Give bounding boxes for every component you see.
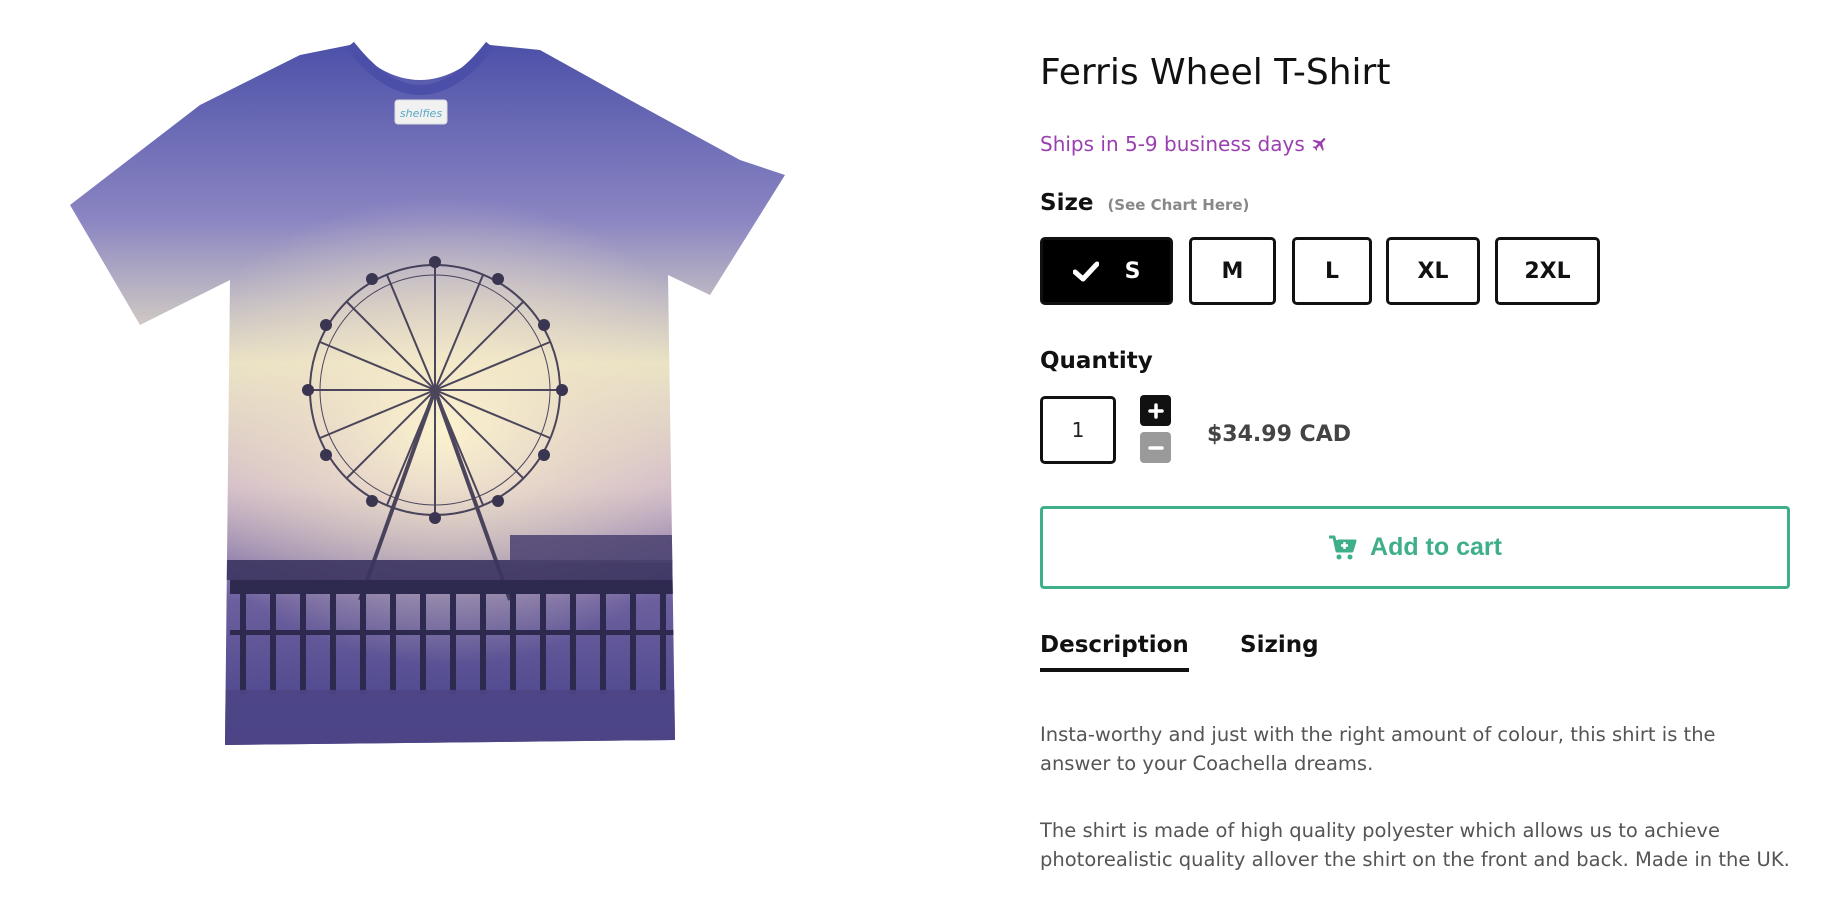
quantity-increase-button[interactable]: [1140, 395, 1171, 426]
size-option-label: S: [1124, 258, 1141, 284]
minus-icon: [1147, 445, 1164, 450]
price: $34.99 CAD: [1207, 422, 1351, 447]
product-title: Ferris Wheel T-Shirt: [1040, 52, 1391, 93]
product-image: shelfies: [70, 40, 800, 760]
check-icon: [1072, 261, 1099, 282]
cart-plus-icon: [1329, 535, 1357, 559]
size-option-l[interactable]: L: [1292, 237, 1372, 305]
size-option-s[interactable]: S: [1040, 237, 1173, 305]
size-option-label: 2XL: [1524, 258, 1571, 284]
size-chart-link[interactable]: (See Chart Here): [1107, 196, 1249, 214]
tab-description[interactable]: Description: [1040, 632, 1189, 672]
add-to-cart-label: Add to cart: [1370, 533, 1502, 561]
size-option-label: XL: [1417, 258, 1449, 284]
plus-icon: [1147, 402, 1164, 419]
description-paragraph-1: Insta-worthy and just with the right amo…: [1040, 723, 1716, 775]
size-option-m[interactable]: M: [1189, 237, 1276, 305]
size-option-2xl[interactable]: 2XL: [1495, 237, 1600, 305]
size-option-label: M: [1221, 258, 1244, 284]
quantity-decrease-button[interactable]: [1140, 432, 1171, 463]
svg-text:shelfies: shelfies: [400, 107, 442, 120]
size-option-xl[interactable]: XL: [1386, 237, 1480, 305]
quantity-label: Quantity: [1040, 348, 1153, 374]
add-to-cart-button[interactable]: Add to cart: [1040, 506, 1790, 589]
shipping-text: Ships in 5-9 business days: [1040, 132, 1305, 156]
airplane-icon: [1312, 138, 1326, 151]
quantity-input[interactable]: [1040, 396, 1116, 464]
shipping-info: Ships in 5-9 business days: [1040, 132, 1329, 156]
product-tabs: Description Sizing: [1040, 632, 1790, 677]
product-details: Ferris Wheel T-Shirt Ships in 5-9 busine…: [1040, 0, 1790, 923]
description-paragraph-2: The shirt is made of high quality polyes…: [1040, 819, 1790, 871]
size-header: Size (See Chart Here): [1040, 190, 1249, 216]
tab-sizing[interactable]: Sizing: [1240, 632, 1319, 668]
size-option-label: L: [1324, 258, 1340, 284]
size-label: Size: [1040, 190, 1094, 216]
